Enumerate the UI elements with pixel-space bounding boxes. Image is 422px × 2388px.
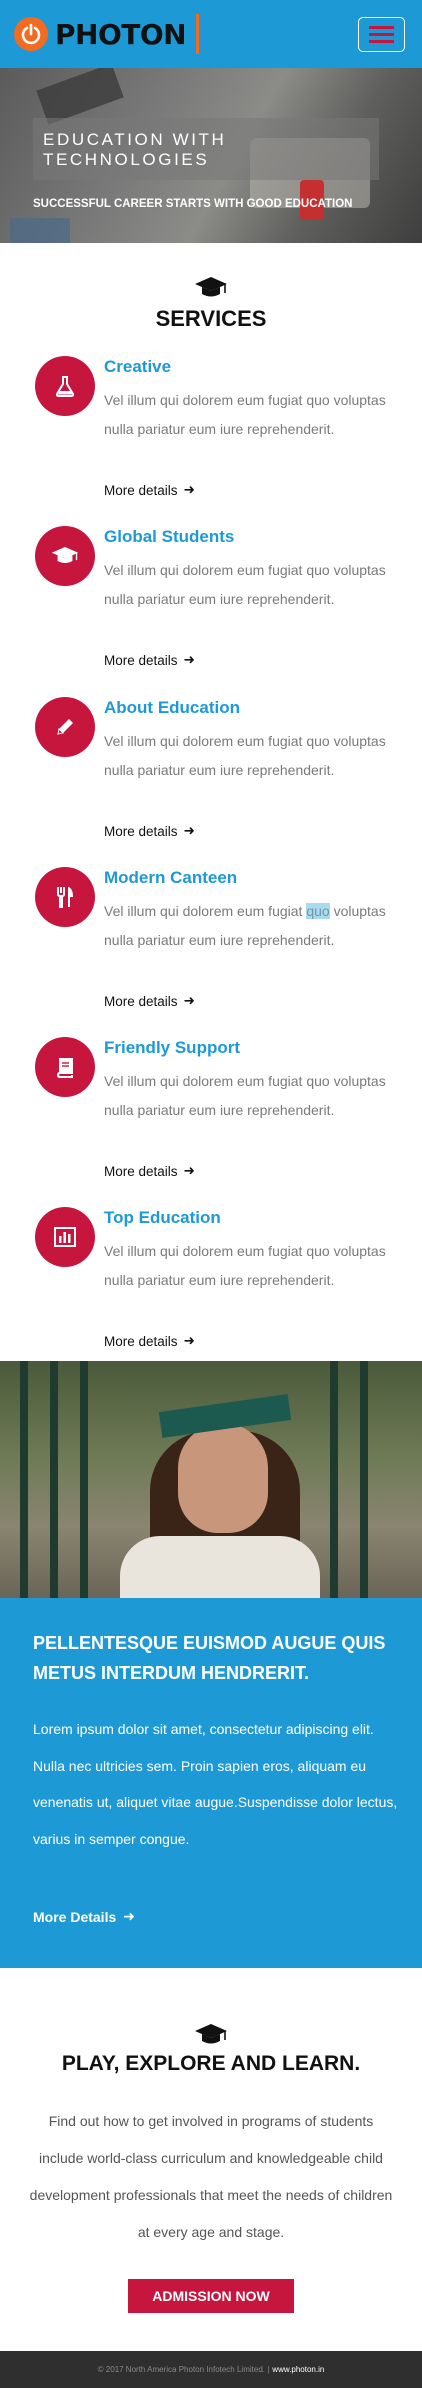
arrow-right-icon: ➜: [183, 652, 195, 667]
service-description: Vel illum qui dolorem eum fugiat quo vol…: [104, 733, 386, 778]
arrow-right-icon: ➜: [183, 1333, 195, 1348]
more-details-link[interactable]: More details ➜: [104, 823, 195, 839]
arrow-right-icon: ➜: [183, 482, 195, 497]
selected-text[interactable]: quo: [306, 903, 330, 919]
service-title[interactable]: Global Students: [104, 527, 234, 547]
more-details-link[interactable]: More details ➜: [104, 993, 195, 1009]
service-description: Vel illum qui dolorem eum fugiat quo vol…: [104, 1243, 386, 1288]
play-title: PLAY, EXPLORE AND LEARN.: [61, 2052, 361, 2075]
bar-chart-icon: [35, 1207, 95, 1267]
feature-title: PELLENTESQUE EUISMOD AUGUE QUIS METUS IN…: [33, 1633, 386, 1683]
graduate-photo: [0, 1361, 422, 1598]
service-item-top-education: Top Education Vel illum qui dolorem eum …: [35, 1207, 405, 1357]
service-description: Vel illum qui dolorem eum fugiat quo vol…: [104, 392, 386, 437]
service-description: Vel illum qui dolorem eum fugiat quo vol…: [104, 1073, 386, 1118]
more-details-link[interactable]: More details ➜: [104, 1163, 195, 1179]
service-item-creative: Creative Vel illum qui dolorem eum fugia…: [35, 356, 405, 506]
footer-site-link[interactable]: www.photon.in: [272, 2365, 324, 2374]
service-item-friendly-support: Friendly Support Vel illum qui dolorem e…: [35, 1037, 405, 1187]
admission-now-button[interactable]: ADMISSION NOW: [128, 2279, 294, 2313]
hamburger-menu-button[interactable]: [358, 17, 405, 52]
hero-title: EDUCATION WITH TECHNOLOGIES: [43, 130, 227, 169]
logo-text: PHOTON: [55, 17, 187, 51]
cutlery-icon: [35, 867, 95, 927]
service-title[interactable]: Friendly Support: [104, 1038, 240, 1058]
feature-text: Lorem ipsum dolor sit amet, consectetur …: [33, 1721, 398, 1847]
play-text: Find out how to get involved in programs…: [29, 2113, 393, 2240]
graduation-cap-icon: [35, 526, 95, 586]
book-icon: [35, 1037, 95, 1097]
logo-divider: [196, 14, 200, 54]
logo[interactable]: PHOTON: [14, 14, 200, 54]
pencil-icon: [35, 697, 95, 757]
service-item-about-education: About Education Vel illum qui dolorem eu…: [35, 697, 405, 847]
more-details-link[interactable]: More details ➜: [104, 652, 195, 668]
service-title[interactable]: Modern Canteen: [104, 868, 237, 888]
service-title[interactable]: Top Education: [104, 1208, 221, 1228]
copyright-text: © 2017 North America Photon Infotech Lim…: [97, 2365, 270, 2374]
service-description: Vel illum qui dolorem eum fugiat quo vol…: [104, 562, 386, 607]
arrow-right-icon: ➜: [183, 993, 195, 1008]
service-description: Vel illum qui dolorem eum fugiat quo vol…: [104, 903, 386, 948]
site-header: PHOTON: [0, 0, 422, 68]
flask-icon: [35, 356, 95, 416]
graduation-cap-icon: [194, 275, 228, 306]
graduation-cap-icon: [194, 2022, 228, 2053]
footer: © 2017 North America Photon Infotech Lim…: [0, 2351, 422, 2388]
service-title[interactable]: Creative: [104, 357, 171, 377]
power-logo-icon: [14, 17, 48, 51]
service-item-global-students: Global Students Vel illum qui dolorem eu…: [35, 526, 405, 676]
hero-banner: EDUCATION WITH TECHNOLOGIES SUCCESSFUL C…: [0, 68, 422, 243]
more-details-button[interactable]: More Details ➜: [33, 1908, 135, 1925]
more-details-link[interactable]: More details ➜: [104, 482, 195, 498]
hamburger-icon: [369, 26, 394, 29]
service-item-modern-canteen: Modern Canteen Vel illum qui dolorem eum…: [35, 867, 405, 1017]
arrow-right-icon: ➜: [123, 1908, 135, 1924]
service-title[interactable]: About Education: [104, 698, 240, 718]
more-details-link[interactable]: More details ➜: [104, 1333, 195, 1349]
services-title: SERVICES: [155, 306, 267, 331]
feature-section: PELLENTESQUE EUISMOD AUGUE QUIS METUS IN…: [0, 1598, 422, 1968]
arrow-right-icon: ➜: [183, 1163, 195, 1178]
arrow-right-icon: ➜: [183, 823, 195, 838]
hero-subtitle: SUCCESSFUL CAREER STARTS WITH GOOD EDUCA…: [33, 198, 353, 210]
